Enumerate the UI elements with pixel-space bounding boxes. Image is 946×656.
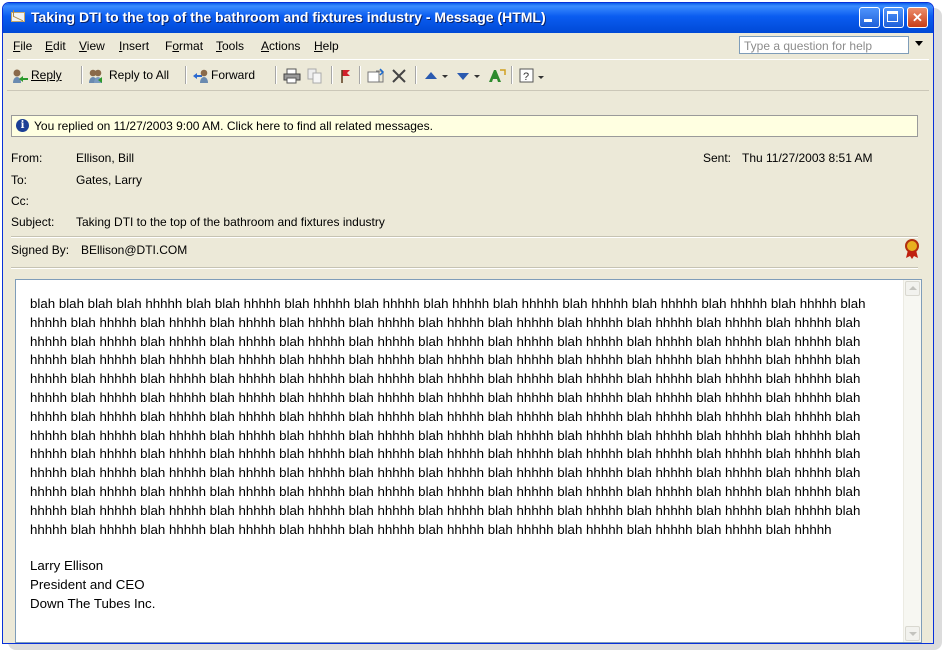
move-to-folder-button[interactable]: [367, 65, 385, 85]
help-icon: ?: [519, 68, 544, 83]
scroll-down-icon[interactable]: [905, 626, 920, 641]
to-value[interactable]: Gates, Larry: [76, 173, 142, 187]
copy-icon: [307, 68, 322, 84]
signature-line: Down The Tubes Inc.: [30, 595, 156, 611]
scroll-up-icon[interactable]: [905, 281, 920, 296]
cc-label: Cc:: [11, 194, 29, 208]
title-bar[interactable]: Taking DTI to the top of the bathroom an…: [3, 3, 933, 33]
delete-button[interactable]: [391, 65, 407, 85]
reply-all-icon: [89, 69, 102, 83]
message-text: blah blah blah blah hhhhh blah blah hhhh…: [30, 295, 894, 614]
close-button[interactable]: ✕: [907, 7, 928, 28]
reply-all-button[interactable]: Reply to All: [87, 65, 169, 85]
printer-icon: [283, 68, 301, 84]
arrow-up-icon: [425, 71, 448, 79]
reply-icon: [13, 69, 28, 83]
minimize-button[interactable]: [859, 7, 880, 28]
menu-actions[interactable]: Actions: [261, 39, 300, 53]
signature-line: President and CEO: [30, 577, 145, 593]
copy-button[interactable]: [307, 65, 323, 85]
flag-icon: [341, 69, 350, 83]
toolbar: Reply Reply to All Forward ?: [7, 59, 929, 91]
arrow-down-icon: [457, 72, 480, 80]
menu-help[interactable]: Help: [314, 39, 339, 53]
chevron-down-icon[interactable]: [915, 41, 923, 46]
help-search-input[interactable]: Type a question for help: [739, 36, 909, 54]
from-value[interactable]: Ellison, Bill: [76, 151, 134, 165]
window-title: Taking DTI to the top of the bathroom an…: [31, 9, 546, 25]
signature-icon[interactable]: [905, 239, 919, 259]
message-body[interactable]: blah blah blah blah hhhhh blah blah hhhh…: [15, 279, 922, 643]
signature-line: Larry Ellison: [30, 558, 104, 574]
help-button[interactable]: ?: [519, 65, 547, 85]
print-button[interactable]: [283, 65, 301, 85]
next-item-button[interactable]: [455, 65, 481, 85]
subject-label: Subject:: [11, 215, 55, 229]
maximize-button[interactable]: [883, 7, 904, 28]
menu-file[interactable]: File: [13, 39, 32, 53]
signature-block: Larry Ellison President and CEO Down The…: [30, 557, 894, 613]
address-book-button[interactable]: [487, 65, 507, 85]
move-folder-icon: [367, 68, 385, 83]
menu-tools[interactable]: Tools: [216, 39, 244, 53]
menu-edit[interactable]: Edit: [45, 39, 66, 53]
menu-bar: File Edit View Insert Format Tools Actio…: [7, 35, 929, 57]
reply-button[interactable]: Reply: [11, 65, 62, 85]
message-paragraph: blah blah blah blah hhhhh blah blah hhhh…: [30, 296, 866, 537]
forward-icon: [193, 69, 208, 83]
subject-value: Taking DTI to the top of the bathroom an…: [76, 215, 385, 229]
forward-button[interactable]: Forward: [191, 65, 255, 85]
address-book-icon: [489, 69, 506, 82]
envelope-icon: [11, 12, 25, 22]
signed-by-label: Signed By:: [11, 243, 70, 257]
previous-item-button[interactable]: [423, 65, 449, 85]
follow-up-flag-button[interactable]: [339, 65, 353, 85]
to-label: To:: [11, 173, 28, 187]
from-label: From:: [11, 151, 43, 165]
message-window: Taking DTI to the top of the bathroom an…: [2, 2, 934, 644]
menu-view[interactable]: View: [79, 39, 105, 53]
vertical-scrollbar[interactable]: [903, 280, 921, 642]
info-text: You replied on 11/27/2003 9:00 AM. Click…: [34, 119, 433, 133]
sent-value: Thu 11/27/2003 8:51 AM: [742, 151, 873, 165]
delete-icon: [392, 69, 406, 83]
info-icon: i: [16, 119, 29, 132]
menu-insert[interactable]: Insert: [119, 39, 149, 53]
svg-text:?: ?: [523, 71, 529, 83]
sent-label: Sent:: [703, 151, 732, 165]
signed-by-value: BEllison@DTI.COM: [81, 243, 188, 257]
reply-info-bar[interactable]: i You replied on 11/27/2003 9:00 AM. Cli…: [11, 115, 918, 137]
menu-format[interactable]: Format: [165, 39, 203, 53]
